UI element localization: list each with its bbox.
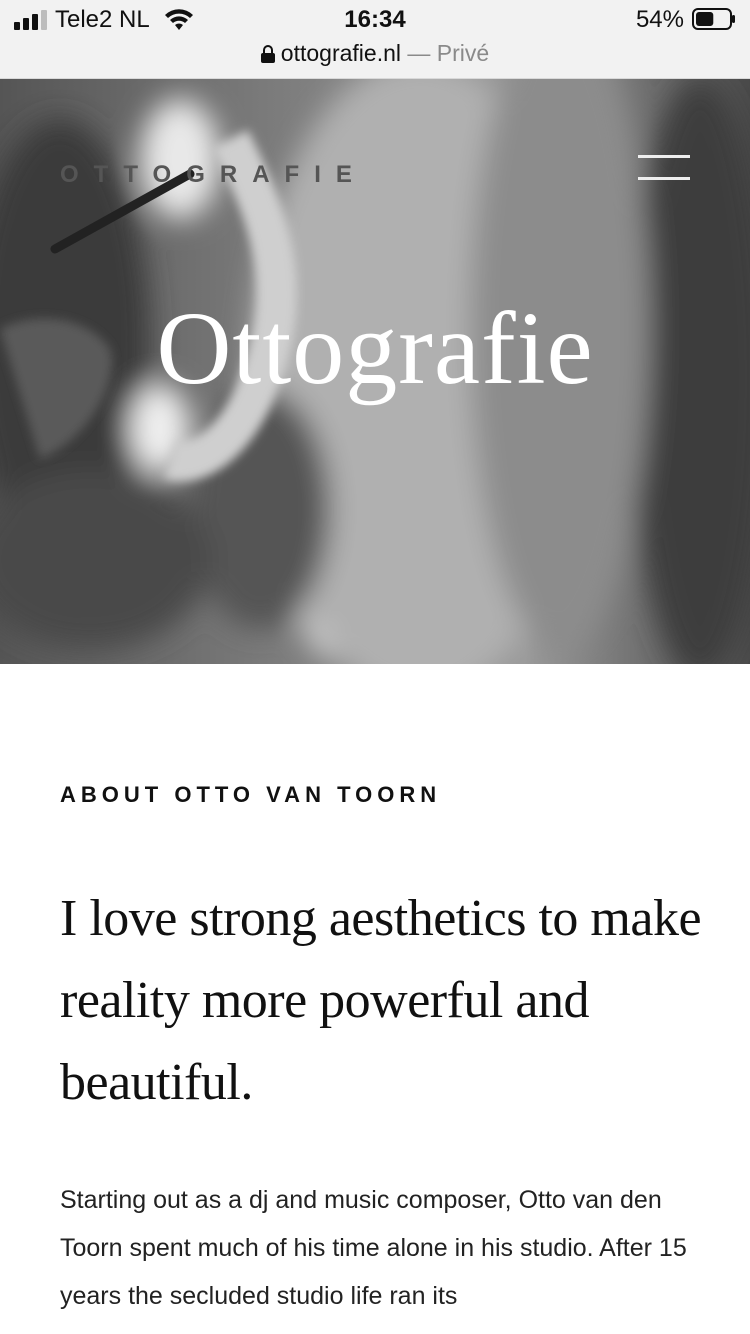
about-headline: I love strong aesthetics to make reality… xyxy=(60,890,702,1111)
hamburger-menu-icon[interactable] xyxy=(638,155,690,183)
hero-section: OTTOGRAFIE Ottografie xyxy=(0,79,750,664)
status-bar: Tele2 NL 16:34 54% xyxy=(0,0,750,40)
battery-icon xyxy=(692,8,735,30)
browser-top-bar: Tele2 NL 16:34 54% ottografie.nl — Privé xyxy=(0,0,750,79)
private-mode-label: — Privé xyxy=(407,40,490,66)
site-logo[interactable]: OTTOGRAFIE xyxy=(60,161,367,189)
lock-icon xyxy=(260,45,275,63)
section-label: ABOUT OTTO VAN TOORN xyxy=(60,782,442,807)
address-bar[interactable]: ottografie.nl — Privé xyxy=(0,40,750,70)
url-domain: ottografie.nl xyxy=(280,40,401,66)
about-body-text: Starting out as a dj and music composer,… xyxy=(60,1186,687,1310)
battery-percentage: 54% xyxy=(635,6,684,33)
hero-title: Ottografie xyxy=(156,291,594,406)
